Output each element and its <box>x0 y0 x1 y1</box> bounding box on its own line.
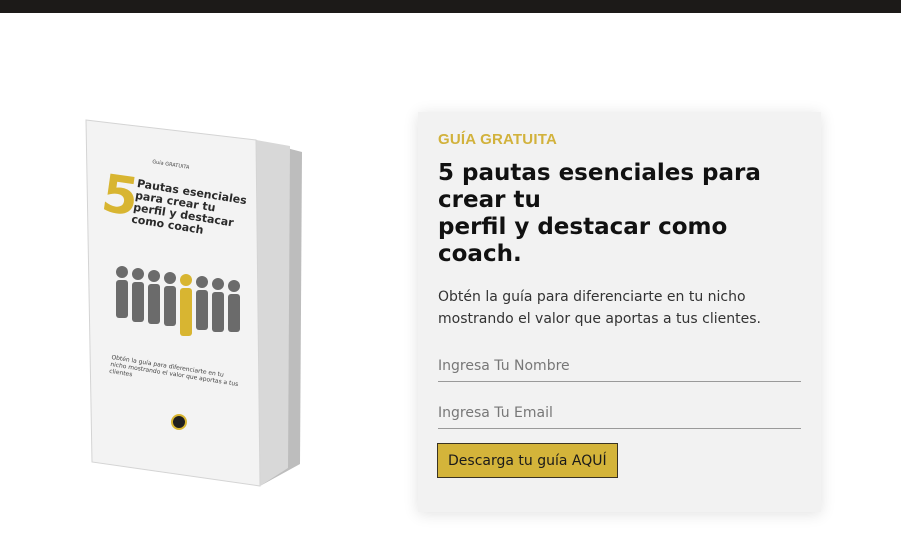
description: Obtén la guía para diferenciarte en tu n… <box>438 289 761 327</box>
headline-line: coach. <box>438 241 522 267</box>
top-bar <box>0 0 901 13</box>
ebook-cover-image: Guía GRATUITA 5 Pautas esenciales para c… <box>84 118 306 490</box>
headline-line: 5 pautas esenciales para <box>438 160 761 186</box>
headline-line: perfil y destacar como <box>438 214 728 240</box>
eyebrow-label: GUÍA GRATUITA <box>438 131 557 148</box>
book-logo-icon <box>171 414 187 430</box>
headline-line: crear tu <box>438 187 541 213</box>
name-input[interactable] <box>438 351 801 382</box>
email-input[interactable] <box>438 398 801 429</box>
lead-capture-card: GUÍA GRATUITA 5 pautas esenciales para c… <box>418 112 821 512</box>
headline: 5 pautas esenciales para crear tu perfil… <box>438 160 778 268</box>
download-guide-button[interactable]: Descarga tu guía AQUÍ <box>437 443 618 478</box>
